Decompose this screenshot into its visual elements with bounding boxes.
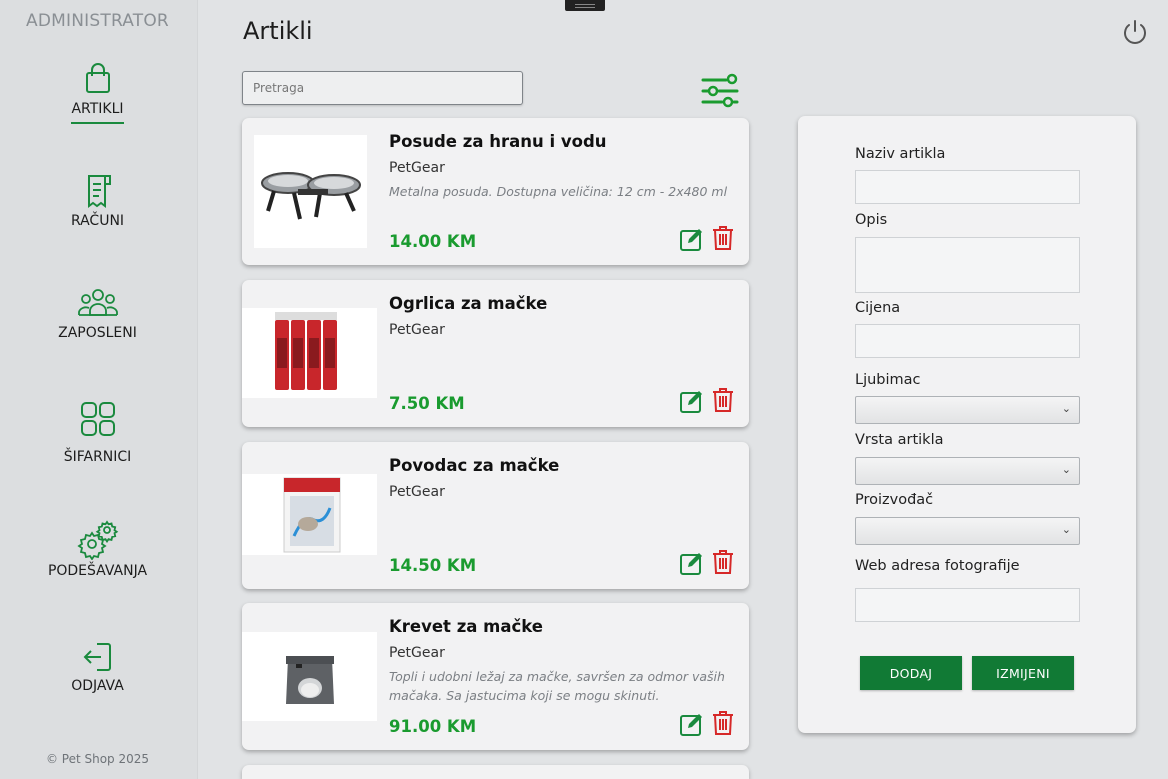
sidebar-item-label: ŠIFARNICI <box>63 449 132 465</box>
name-label: Naziv artikla <box>855 146 946 162</box>
chevron-down-icon: ⌄ <box>1061 402 1071 415</box>
product-name: Posude za hranu i vodu <box>389 132 607 151</box>
delete-button[interactable] <box>711 710 735 736</box>
sidebar-item-odjava[interactable]: ODJAVA <box>0 642 195 694</box>
edit-button[interactable] <box>679 550 705 576</box>
photo-url-label: Web adresa fotografije <box>855 558 1020 574</box>
sidebar-item-label: PODEŠAVANJA <box>47 563 148 579</box>
article-form: Naziv artikla Opis Cijena Ljubimac ⌄ Vrs… <box>798 116 1136 733</box>
sidebar-item-podesavanja[interactable]: PODEŠAVANJA <box>0 518 195 579</box>
product-card[interactable]: Povodac za mačke PetGear 14.50 KM <box>242 442 749 589</box>
product-name: Povodac za mačke <box>389 456 560 475</box>
product-image <box>242 308 377 398</box>
sidebar-item-racuni[interactable]: RAČUNI <box>0 172 195 229</box>
power-icon <box>1121 20 1149 50</box>
edit-article-button[interactable]: IZMIJENI <box>972 656 1074 690</box>
chevron-down-icon: ⌄ <box>1061 463 1071 476</box>
window-drag-handle[interactable] <box>565 0 605 11</box>
grid-icon <box>0 401 195 437</box>
edit-icon <box>679 391 705 418</box>
product-price: 14.50 KM <box>389 556 477 575</box>
filter-sliders-icon <box>700 73 740 113</box>
price-label: Cijena <box>855 300 901 316</box>
product-brand: PetGear <box>389 160 445 176</box>
product-image <box>254 135 367 248</box>
product-brand: PetGear <box>389 322 445 338</box>
type-label: Vrsta artikla <box>855 432 944 448</box>
edit-icon <box>679 553 705 580</box>
trash-icon <box>711 388 735 417</box>
price-field[interactable] <box>855 324 1080 358</box>
product-price: 14.00 KM <box>389 232 477 251</box>
user-role: ADMINISTRATOR <box>26 11 169 31</box>
sidebar-item-label: ODJAVA <box>71 678 124 694</box>
delete-button[interactable] <box>711 225 735 251</box>
sidebar-item-label: ZAPOSLENI <box>58 325 137 341</box>
filter-button[interactable] <box>700 73 740 109</box>
edit-icon <box>679 714 705 741</box>
edit-button[interactable] <box>679 711 705 737</box>
product-price: 91.00 KM <box>389 717 477 736</box>
product-name: Ogrlica za mačke <box>389 294 548 313</box>
page-title: Artikli <box>243 17 313 45</box>
product-description: Topli i udobni ležaj za mačke, savršen z… <box>389 669 725 703</box>
add-button[interactable]: DODAJ <box>860 656 962 690</box>
name-field[interactable] <box>855 170 1080 204</box>
product-card[interactable] <box>242 765 749 779</box>
manufacturer-label: Proizvođač <box>855 492 934 508</box>
trash-icon <box>711 550 735 579</box>
pet-label: Ljubimac <box>855 372 921 388</box>
product-card[interactable]: Posude za hranu i vodu PetGear Metalna p… <box>242 118 749 265</box>
search-input[interactable] <box>242 71 523 105</box>
users-icon <box>0 287 195 319</box>
edit-button[interactable] <box>679 226 705 252</box>
copyright: © Pet Shop 2025 <box>45 752 150 766</box>
description-field[interactable] <box>855 237 1080 293</box>
logout-icon <box>0 642 195 672</box>
trash-icon <box>711 226 735 255</box>
sidebar: ADMINISTRATOR ARTIKLI RAČUNI ZAPOSLENI Š… <box>0 0 198 779</box>
sidebar-item-zaposleni[interactable]: ZAPOSLENI <box>0 287 195 341</box>
product-card[interactable]: Ogrlica za mačke PetGear 7.50 KM <box>242 280 749 427</box>
description-label: Opis <box>855 212 888 228</box>
shopping-bag-icon <box>0 62 195 94</box>
trash-icon <box>711 711 735 740</box>
chevron-down-icon: ⌄ <box>1061 523 1071 536</box>
product-name: Krevet za mačke <box>389 617 544 636</box>
edit-button[interactable] <box>679 388 705 414</box>
pet-select[interactable]: ⌄ <box>855 396 1080 424</box>
product-description: Metalna posuda. Dostupna veličina: 12 cm… <box>389 184 728 199</box>
sidebar-item-label: ARTIKLI <box>71 101 124 124</box>
receipt-icon <box>0 172 195 210</box>
sidebar-item-label: RAČUNI <box>70 213 125 229</box>
delete-button[interactable] <box>711 387 735 413</box>
product-image <box>242 632 377 721</box>
product-card[interactable]: Krevet za mačke PetGear Topli i udobni l… <box>242 603 749 750</box>
product-brand: PetGear <box>389 645 445 661</box>
delete-button[interactable] <box>711 549 735 575</box>
product-image <box>242 474 377 555</box>
sidebar-item-sifarnici[interactable]: ŠIFARNICI <box>0 401 195 465</box>
power-button[interactable] <box>1121 18 1149 46</box>
gears-icon <box>0 518 195 560</box>
type-select[interactable]: ⌄ <box>855 457 1080 485</box>
photo-url-field[interactable] <box>855 588 1080 622</box>
manufacturer-select[interactable]: ⌄ <box>855 517 1080 545</box>
product-brand: PetGear <box>389 484 445 500</box>
product-price: 7.50 KM <box>389 394 465 413</box>
edit-icon <box>679 229 705 256</box>
sidebar-item-artikli[interactable]: ARTIKLI <box>0 62 195 124</box>
